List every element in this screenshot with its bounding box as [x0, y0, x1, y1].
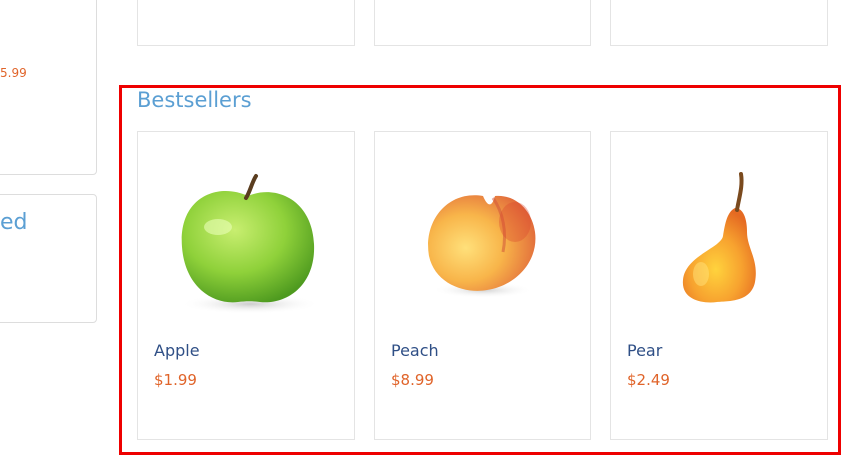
product-name[interactable]: Apple — [154, 341, 200, 360]
sidebar-heading: ed — [0, 210, 28, 235]
product-card-previous-row[interactable] — [137, 0, 355, 46]
product-card-previous-row[interactable] — [374, 0, 591, 46]
product-card-previous-row[interactable] — [610, 0, 828, 46]
sidebar-panel-top — [0, 0, 97, 175]
bestsellers-title: Bestsellers — [137, 88, 252, 112]
pear-image[interactable] — [611, 152, 827, 332]
product-card-apple[interactable]: Apple $1.99 — [137, 131, 355, 440]
apple-image[interactable] — [138, 152, 354, 332]
sidebar-product-price[interactable]: 5.99 — [0, 66, 27, 80]
product-card-peach[interactable]: Peach $8.99 — [374, 131, 591, 440]
product-name[interactable]: Pear — [627, 341, 662, 360]
peach-image[interactable] — [375, 152, 590, 332]
product-name[interactable]: Peach — [391, 341, 439, 360]
page: 5.99 ed Bestsellers Apple $1.99 Peach $8… — [0, 0, 858, 460]
product-price: $2.49 — [627, 371, 670, 389]
product-card-pear[interactable]: Pear $2.49 — [610, 131, 828, 440]
product-price: $8.99 — [391, 371, 434, 389]
product-price: $1.99 — [154, 371, 197, 389]
